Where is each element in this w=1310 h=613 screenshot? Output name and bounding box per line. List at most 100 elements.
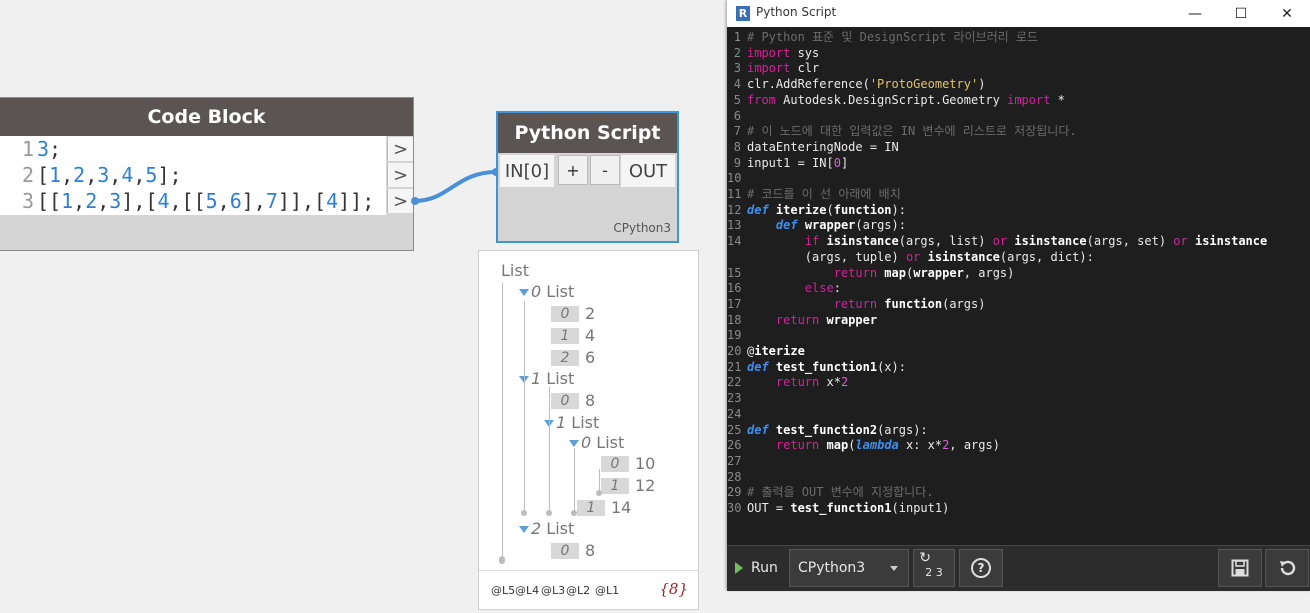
engine-dropdown[interactable]: CPython3 [789, 549, 909, 587]
level-label[interactable]: @L3 [541, 584, 565, 597]
code-text[interactable]: def test_function2(args): [747, 422, 928, 438]
level-label[interactable]: @L4 [515, 584, 539, 597]
code-text[interactable]: # Python 표준 및 DesignScript 라이브러리 로드 [747, 29, 1038, 45]
expand-triangle-icon[interactable] [519, 526, 529, 533]
close-button[interactable]: ✕ [1264, 0, 1310, 27]
code-line[interactable]: 7 # 이 노드에 대한 입력값은 IN 변수에 리스트로 저장됩니다. [727, 123, 1310, 139]
code-line[interactable]: 23 [727, 390, 1310, 406]
code-line[interactable]: 28 [727, 469, 1310, 485]
expand-triangle-icon[interactable] [519, 289, 529, 296]
code-text[interactable]: (args, tuple) or isinstance(args, dict): [747, 249, 1094, 265]
run-button[interactable]: Run [729, 549, 785, 587]
line-number: 20 [727, 344, 742, 358]
code-line[interactable]: 16 else: [727, 280, 1310, 296]
code-text[interactable]: return function(args) [747, 296, 986, 312]
list-value: 02 [551, 304, 595, 323]
list-value: 1 14 [577, 498, 631, 517]
code-line[interactable]: 12 def iterize(function): [727, 202, 1310, 218]
code-text[interactable]: return x*2 [747, 374, 848, 390]
remove-input-button[interactable]: - [590, 155, 620, 185]
list-node[interactable]: 0 List [569, 433, 624, 452]
code-text[interactable]: # 출력을 OUT 변수에 지정합니다. [747, 484, 933, 500]
code-line[interactable]: 4 clr.AddReference('ProtoGeometry') [727, 76, 1310, 92]
code-line[interactable]: 14 if isinstance(args, list) or isinstan… [727, 233, 1310, 249]
level-label[interactable]: @L2 [566, 584, 590, 597]
level-label[interactable]: @L5 [491, 584, 515, 597]
code-line[interactable]: 1 # Python 표준 및 DesignScript 라이브러리 로드 [727, 29, 1310, 45]
code-line[interactable]: 22 return x*2 [727, 374, 1310, 390]
watch-preview-bubble[interactable]: List 0 List 0 2 1 4 2 6 1 List 0 8 1 List 0 List 0 10 1… [478, 250, 699, 610]
code-text[interactable]: def wrapper(args): [747, 217, 906, 233]
code-line[interactable]: 8 dataEnteringNode = IN [727, 139, 1310, 155]
code-text[interactable]: def iterize(function): [747, 202, 906, 218]
code-line[interactable]: 19 [727, 327, 1310, 343]
minimize-button[interactable]: — [1172, 0, 1218, 27]
dynamo-canvas[interactable]: Code Block 1 3; 2 [1,2,3,4,5]; 3 [[1,2,3],[4,… [0, 0, 1310, 613]
list-node[interactable]: 2 List [519, 519, 574, 538]
code-line[interactable]: (args, tuple) or isinstance(args, dict): [727, 249, 1310, 265]
input-port-in0[interactable]: IN[0] [500, 155, 554, 187]
convert-button[interactable]: ↻ 2 3 [913, 549, 955, 587]
line-number: 2 [733, 45, 741, 60]
code-line[interactable]: 5 from Autodesk.DesignScript.Geometry imp… [727, 92, 1310, 108]
code-text[interactable]: return wrapper [747, 312, 877, 328]
python-node-title[interactable]: Python Script [498, 113, 677, 153]
code-line[interactable]: 3 import clr [727, 60, 1310, 76]
list-value: 1 12 [601, 476, 655, 495]
code-line[interactable]: 26 return map(lambda x: x*2, args) [727, 437, 1310, 453]
code-text[interactable]: return map(lambda x: x*2, args) [747, 437, 1000, 453]
code-text[interactable]: @iterize [747, 343, 805, 359]
python-script-node[interactable]: Python Script IN[0] + - OUT CPython3 [496, 111, 679, 243]
output-port-out[interactable]: OUT [621, 155, 675, 187]
list-node[interactable]: 1 List [519, 369, 574, 388]
code-text[interactable]: from Autodesk.DesignScript.Geometry impo… [747, 92, 1065, 108]
item-index-box: 1 [601, 478, 629, 494]
code-line[interactable]: 27 [727, 453, 1310, 469]
add-input-button[interactable]: + [558, 155, 588, 185]
code-line[interactable]: 25 def test_function2(args): [727, 422, 1310, 438]
window-titlebar[interactable]: R Python Script — ☐ ✕ [727, 0, 1310, 27]
list-node[interactable]: 0 List [519, 282, 574, 301]
item-index-box: 0 [551, 543, 579, 559]
save-button[interactable] [1218, 549, 1262, 587]
level-label[interactable]: @L1 [595, 584, 619, 597]
code-line[interactable]: 18 return wrapper [727, 312, 1310, 328]
maximize-button[interactable]: ☐ [1218, 0, 1264, 27]
code-text[interactable]: import clr [747, 60, 819, 76]
code-line[interactable]: 13 def wrapper(args): [727, 217, 1310, 233]
python-editor-window[interactable]: R Python Script — ☐ ✕ 1 # Python 표준 및 Des… [727, 0, 1310, 591]
code-text[interactable]: if isinstance(args, list) or isinstance(… [747, 233, 1267, 249]
list-node[interactable]: 1 List [544, 413, 599, 432]
code-text[interactable]: def test_function1(x): [747, 359, 906, 375]
code-text[interactable]: clr.AddReference('ProtoGeometry') [747, 76, 985, 92]
code-text[interactable]: # 이 노드에 대한 입력값은 IN 변수에 리스트로 저장됩니다. [747, 123, 1077, 139]
code-line[interactable]: 21 def test_function1(x): [727, 359, 1310, 375]
help-button[interactable]: ? [959, 549, 1003, 587]
line-number: 29 [727, 485, 742, 500]
code-line[interactable]: 15 return map(wrapper, args) [727, 265, 1310, 281]
code-text[interactable]: return map(wrapper, args) [747, 265, 1015, 281]
item-index-box: 2 [551, 350, 579, 366]
tree-guide-line [524, 301, 525, 513]
item-value: 6 [585, 348, 596, 367]
code-text[interactable]: import sys [747, 45, 819, 61]
code-line[interactable]: 11 # 코드를 이 선 아래에 배치 [727, 186, 1310, 202]
tree-guide-line [549, 387, 550, 513]
expand-triangle-icon[interactable] [569, 440, 579, 447]
code-line[interactable]: 29 # 출력을 OUT 변수에 지정합니다. [727, 484, 1310, 500]
revert-button[interactable] [1265, 549, 1309, 587]
code-text[interactable]: # 코드를 이 선 아래에 배치 [747, 186, 901, 202]
code-line[interactable]: 20 @iterize [727, 343, 1310, 359]
code-text[interactable]: else: [747, 280, 841, 296]
code-line[interactable]: 10 [727, 170, 1310, 186]
code-line[interactable]: 30 OUT = test_function1(input1) [727, 500, 1310, 516]
code-line[interactable]: 2 import sys [727, 45, 1310, 61]
code-line[interactable]: 6 [727, 108, 1310, 124]
code-line[interactable]: 9 input1 = IN[0] [727, 155, 1310, 171]
code-text[interactable]: input1 = IN[0] [747, 155, 848, 171]
code-text[interactable]: dataEnteringNode = IN [747, 139, 899, 155]
code-text[interactable]: OUT = test_function1(input1) [747, 500, 949, 516]
code-line[interactable]: 17 return function(args) [727, 296, 1310, 312]
code-editor[interactable]: 1 # Python 표준 및 DesignScript 라이브러리 로드 2 imp… [727, 27, 1310, 545]
code-line[interactable]: 24 [727, 406, 1310, 422]
